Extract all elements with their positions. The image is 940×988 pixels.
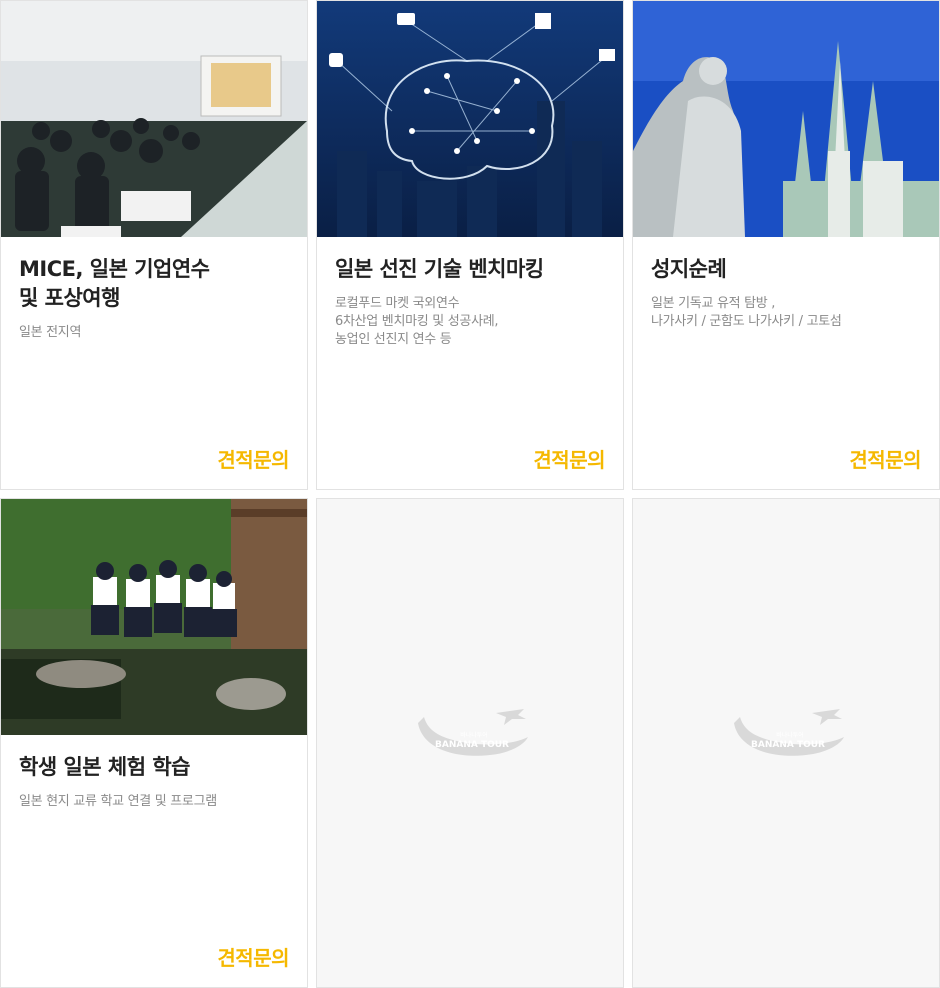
quote-inquiry-button[interactable]: 견적문의 <box>533 444 605 473</box>
svg-text:BANANA TOUR: BANANA TOUR <box>751 740 825 750</box>
program-card-tech-benchmarking[interactable]: 일본 선진 기술 벤치마킹 로컬푸드 마켓 국외연수 6차산업 벤치마킹 및 성… <box>316 0 624 490</box>
card-title: 일본 선진 기술 벤치마킹 <box>335 257 544 281</box>
card-description: 로컬푸드 마켓 국외연수 6차산업 벤치마킹 및 성공사례, 농업인 선진지 연… <box>335 296 499 347</box>
card-description: 일본 현지 교류 학교 연결 및 프로그램 <box>19 794 217 809</box>
church-statue-photo <box>633 1 939 237</box>
banana-tour-logo: 바나나투어 BANANA TOUR <box>734 709 844 756</box>
svg-text:바나나투어: 바나나투어 <box>460 731 488 739</box>
card-description: 일본 기독교 유적 탐방 , 나가사키 / 군함도 나가사키 / 고토섬 <box>651 296 842 329</box>
banana-tour-logo: 바나나투어 BANANA TOUR <box>418 709 528 756</box>
quote-inquiry-button[interactable]: 견적문의 <box>849 444 921 473</box>
program-card-mice[interactable]: MICE, 일본 기업연수 및 포상여행 일본 전지역 견적문의 <box>0 0 308 490</box>
placeholder-card: 바나나투어 BANANA TOUR <box>632 498 940 988</box>
card-title: MICE, 일본 기업연수 및 포상여행 <box>19 257 210 310</box>
program-card-pilgrimage[interactable]: 성지순례 일본 기독교 유적 탐방 , 나가사키 / 군함도 나가사키 / 고토… <box>632 0 940 490</box>
program-card-student-learning[interactable]: 학생 일본 체험 학습 일본 현지 교류 학교 연결 및 프로그램 견적문의 <box>0 498 308 988</box>
card-title: 성지순례 <box>651 257 727 281</box>
quote-inquiry-button[interactable]: 견적문의 <box>217 942 289 971</box>
ai-brain-network-photo <box>317 1 623 237</box>
quote-inquiry-button[interactable]: 견적문의 <box>217 444 289 473</box>
students-garden-photo <box>1 499 307 735</box>
placeholder-card: 바나나투어 BANANA TOUR <box>316 498 624 988</box>
card-title: 학생 일본 체험 학습 <box>19 755 191 779</box>
card-description: 일본 전지역 <box>19 325 82 340</box>
seminar-photo <box>1 1 307 237</box>
svg-text:BANANA TOUR: BANANA TOUR <box>435 740 509 750</box>
svg-text:바나나투어: 바나나투어 <box>776 731 804 739</box>
